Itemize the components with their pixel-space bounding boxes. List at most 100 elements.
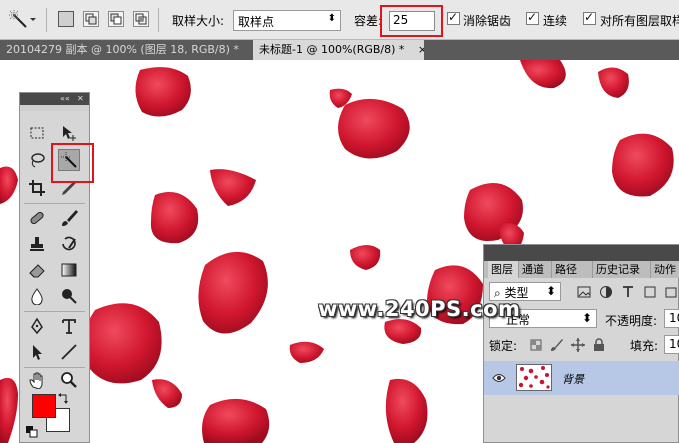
tab-channels[interactable]: 通道 xyxy=(519,261,552,278)
zoom-tool[interactable] xyxy=(58,369,80,391)
pen-tool[interactable] xyxy=(26,315,48,337)
separator xyxy=(46,8,47,32)
clone-stamp-tool[interactable] xyxy=(26,233,48,255)
eye-icon[interactable] xyxy=(492,371,506,385)
close-icon[interactable]: ✕ xyxy=(77,93,84,105)
tab-history[interactable]: 历史记录 xyxy=(593,261,651,278)
line-icon xyxy=(61,344,77,360)
tab-title: 20104279 副本 @ 100% (图层 18, RGB/8) * xyxy=(6,43,239,56)
select-arrow-icon: ⬍ xyxy=(545,284,556,298)
brush-tool[interactable] xyxy=(58,207,80,229)
history-brush-tool[interactable] xyxy=(58,233,80,255)
rect-marquee-icon xyxy=(30,127,44,139)
petal xyxy=(385,378,428,443)
layer-row-background[interactable]: 背景 xyxy=(484,361,679,395)
lock-position-icon[interactable] xyxy=(571,338,585,352)
eraser-icon xyxy=(29,264,45,278)
zoom-icon xyxy=(61,372,77,388)
tab-title: 未标题-1 @ 100%(RGB/8) * xyxy=(259,43,405,56)
drop-icon xyxy=(31,288,43,305)
subtract-from-selection-button[interactable] xyxy=(108,11,124,27)
separator xyxy=(24,311,85,312)
watermark-text: www.240PS.com xyxy=(318,297,521,321)
petal xyxy=(202,398,270,443)
arrow-icon xyxy=(33,345,42,360)
lock-all-icon[interactable] xyxy=(592,338,606,352)
document-tab-active[interactable]: 未标题-1 @ 100%(RGB/8) * × xyxy=(253,40,424,60)
lock-transparent-icon[interactable] xyxy=(529,338,543,352)
path-selection-tool[interactable] xyxy=(26,341,48,363)
lock-label: 锁定: xyxy=(489,339,518,353)
subtract-selection-icon xyxy=(110,13,122,25)
sample-all-layers-checkbox[interactable] xyxy=(583,10,596,25)
layer-name: 背景 xyxy=(562,373,584,386)
gradient-tool[interactable] xyxy=(58,259,80,281)
opacity-input[interactable]: 100 xyxy=(664,309,679,328)
petal xyxy=(152,379,182,408)
foreground-color-swatch[interactable] xyxy=(32,394,56,418)
lasso-tool[interactable] xyxy=(26,149,48,171)
intersect-selection-icon xyxy=(135,13,147,25)
pixel-filter-icon[interactable] xyxy=(577,285,591,299)
healing-brush-tool[interactable] xyxy=(26,207,48,229)
fill-label: 填充: xyxy=(630,339,659,353)
move-tool[interactable] xyxy=(58,122,80,144)
opacity-label: 不透明度: xyxy=(605,314,658,328)
tab-paths[interactable]: 路径 xyxy=(552,261,593,278)
tool-preset-picker[interactable] xyxy=(6,9,38,31)
type-filter-icon[interactable] xyxy=(621,285,635,299)
layers-panel: 图层 通道 路径 历史记录 动作 ⌕ 类型⬍ 正常⬍ 不透明度: 100 锁定:… xyxy=(483,244,679,443)
petal xyxy=(289,341,324,363)
brush-icon xyxy=(62,210,78,226)
stamp-icon xyxy=(30,237,44,251)
pen-icon xyxy=(31,317,43,335)
panel-tabs: 图层 通道 路径 历史记录 动作 xyxy=(484,261,679,278)
collapse-icon[interactable]: «« xyxy=(60,93,70,105)
layer-thumbnail xyxy=(516,364,552,391)
tab-actions[interactable]: 动作 xyxy=(651,261,679,278)
blur-tool[interactable] xyxy=(26,285,48,307)
add-selection-icon xyxy=(85,13,97,25)
smart-object-filter-icon[interactable] xyxy=(664,285,678,299)
add-to-selection-button[interactable] xyxy=(83,11,99,27)
new-selection-button[interactable] xyxy=(58,11,74,27)
petal xyxy=(338,98,410,159)
petal xyxy=(0,166,18,204)
intersect-selection-button[interactable] xyxy=(133,11,149,27)
hand-icon xyxy=(29,372,43,389)
lock-row: 锁定: 填充: 100 xyxy=(484,333,679,357)
shape-filter-icon[interactable] xyxy=(643,285,657,299)
options-bar: 取样大小: 取样点 ⬍ 容差: 25 消除锯齿 连续 对所有图层取样 xyxy=(0,0,679,40)
sample-size-value: 取样点 xyxy=(238,15,275,29)
petals-thumbnail xyxy=(518,366,550,389)
adjustment-filter-icon[interactable] xyxy=(599,285,613,299)
eraser-tool[interactable] xyxy=(26,259,48,281)
type-tool[interactable] xyxy=(58,315,80,337)
anti-alias-checkbox[interactable] xyxy=(447,10,460,25)
sample-size-select[interactable]: 取样点 ⬍ xyxy=(233,10,341,31)
default-colors-icon[interactable] xyxy=(26,426,38,438)
hand-tool[interactable] xyxy=(26,369,48,391)
line-tool[interactable] xyxy=(58,341,80,363)
crop-tool[interactable] xyxy=(26,177,48,199)
petal xyxy=(384,319,422,344)
panel-grip[interactable] xyxy=(20,105,89,111)
separator xyxy=(24,367,85,368)
layers-panel-header[interactable] xyxy=(484,245,679,261)
lock-pixels-icon[interactable] xyxy=(550,338,564,352)
petal xyxy=(0,377,18,443)
tab-layers[interactable]: 图层 xyxy=(488,261,519,278)
dodge-tool[interactable] xyxy=(58,285,80,307)
tools-panel-header[interactable]: «« ✕ xyxy=(20,93,89,105)
petal xyxy=(135,67,191,117)
tolerance-label: 容差: xyxy=(354,14,383,28)
close-icon[interactable]: × xyxy=(418,43,424,56)
marquee-tool[interactable] xyxy=(26,122,48,144)
history-brush-icon xyxy=(62,236,76,251)
petal xyxy=(520,60,566,89)
swap-colors-icon[interactable] xyxy=(58,392,70,404)
crop-icon xyxy=(29,180,45,196)
contiguous-checkbox[interactable] xyxy=(526,10,539,25)
fill-input[interactable]: 100 xyxy=(664,335,679,354)
document-tab[interactable]: 20104279 副本 @ 100% (图层 18, RGB/8) * × xyxy=(0,40,250,60)
